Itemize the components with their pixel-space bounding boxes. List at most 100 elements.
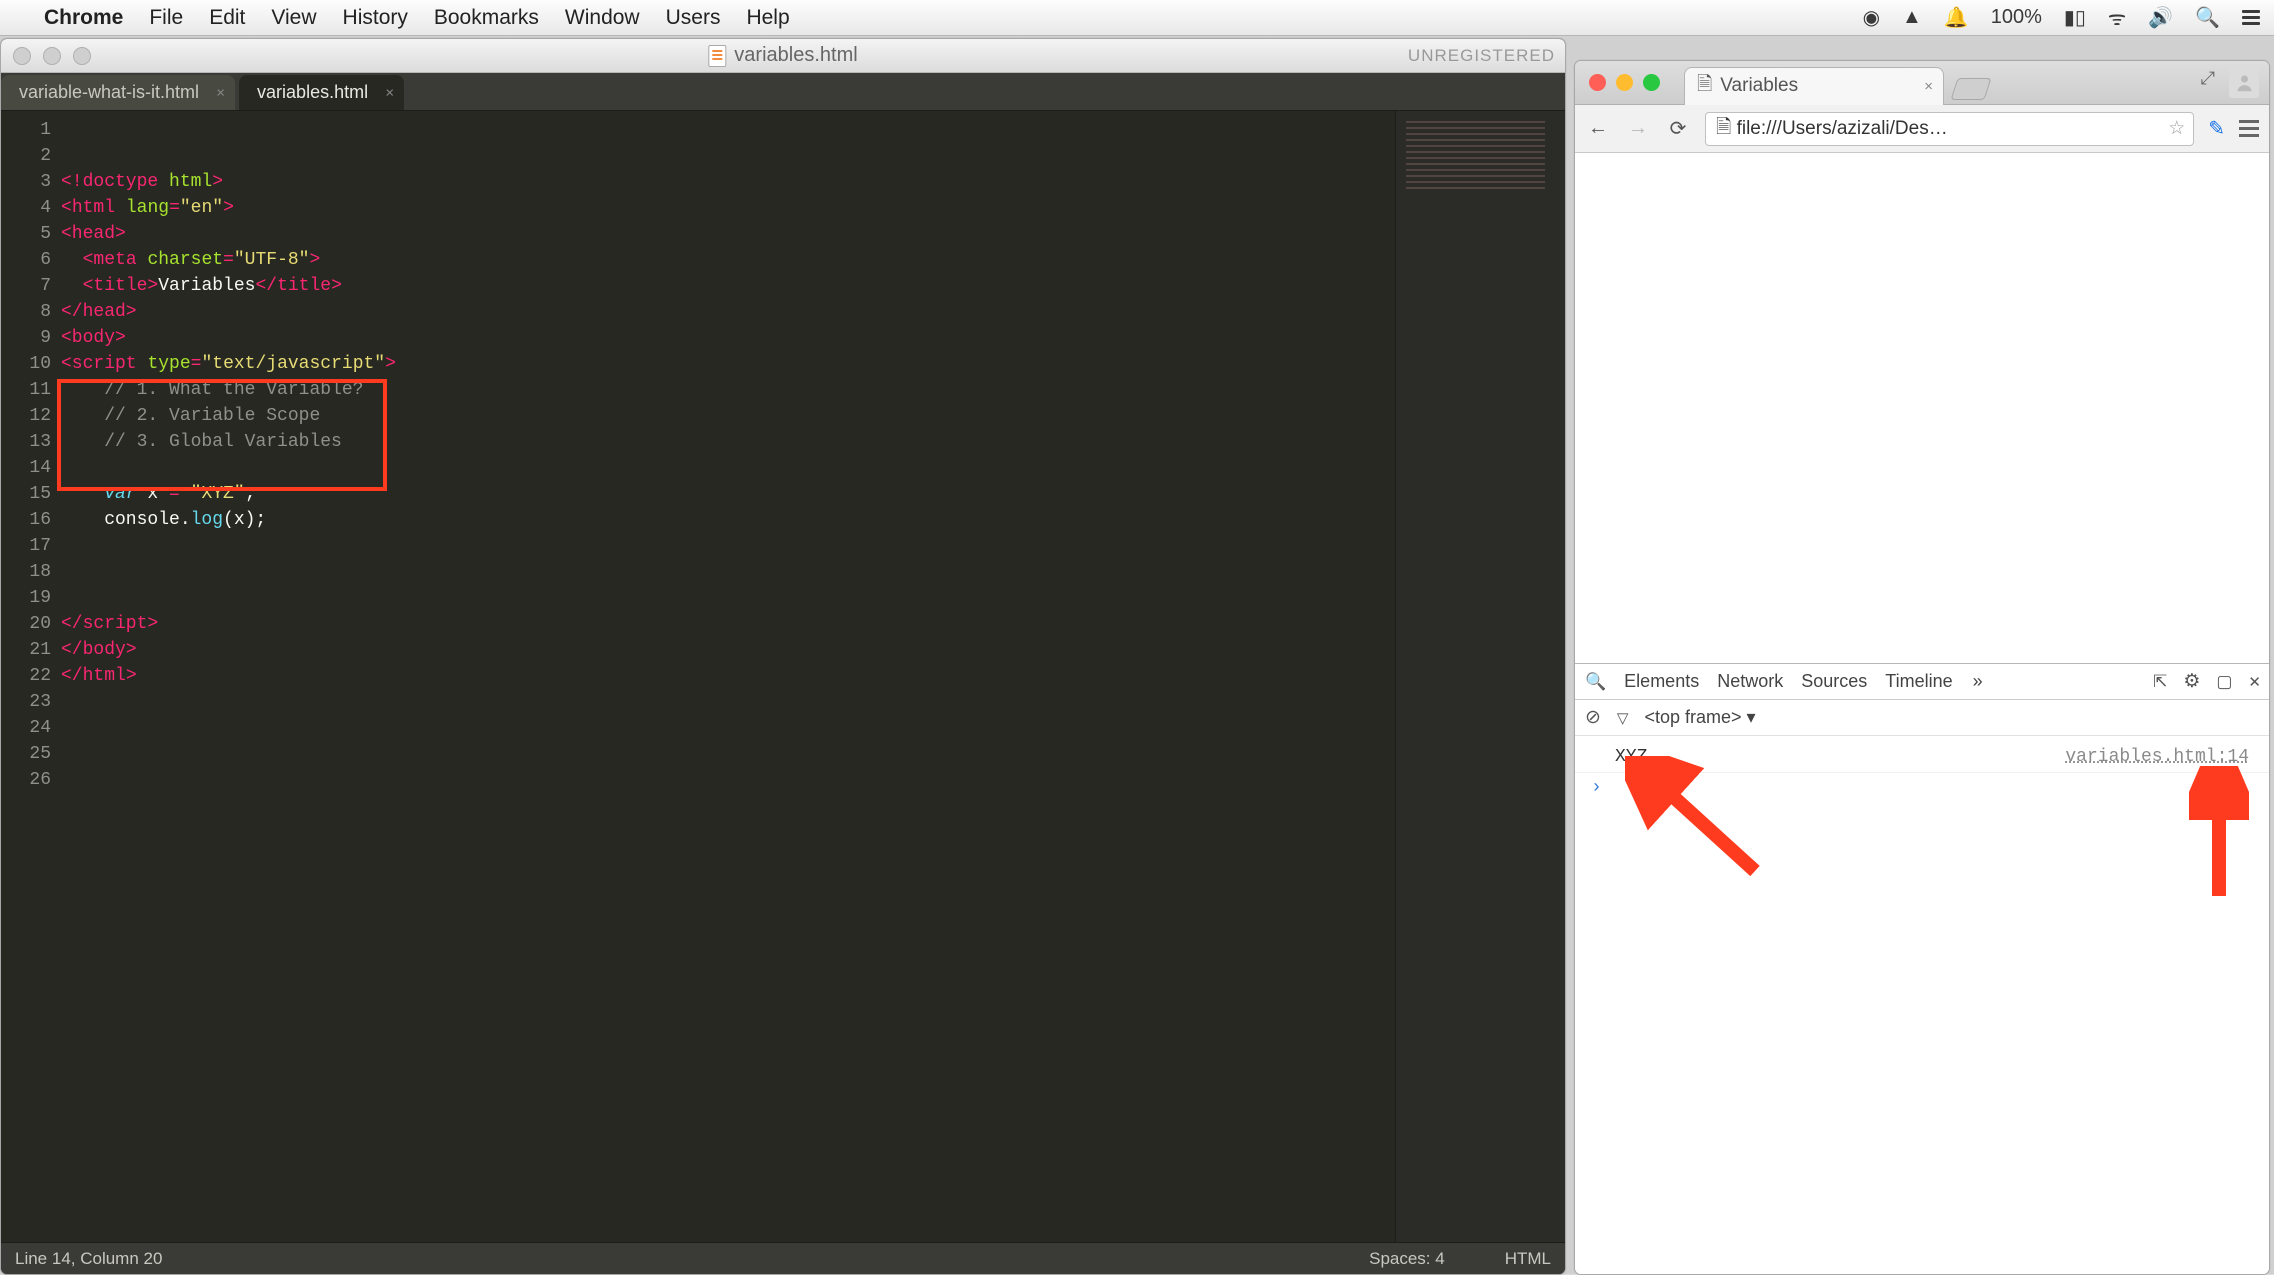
cursor-position[interactable]: Line 14, Column 20 — [15, 1249, 162, 1269]
console-toolbar: <top frame> ▾ — [1575, 700, 2269, 736]
devtools-settings-icon[interactable] — [2183, 670, 2200, 693]
toggle-drawer-icon[interactable] — [2153, 671, 2167, 692]
devtools-tab-sources[interactable]: Sources — [1801, 671, 1867, 692]
code-line[interactable]: </html> — [61, 663, 1395, 689]
code-line[interactable]: <body> — [61, 325, 1395, 351]
notifications-icon[interactable]: 🔔 — [1944, 5, 1969, 30]
spotlight-icon[interactable]: 🔍 — [2195, 5, 2220, 30]
syntax-setting[interactable]: HTML — [1505, 1249, 1551, 1269]
battery-icon[interactable]: ▮▯ — [2064, 5, 2086, 30]
search-icon[interactable] — [1585, 671, 1606, 692]
menu-history[interactable]: History — [343, 6, 408, 30]
devtools-tab-timeline[interactable]: Timeline — [1885, 671, 1952, 692]
minimap[interactable] — [1395, 111, 1565, 1242]
code-line[interactable]: </script> — [61, 611, 1395, 637]
close-tab-icon[interactable]: × — [385, 84, 394, 101]
zoom-window-button[interactable] — [1643, 74, 1660, 91]
code-line[interactable]: // 3. Global Variables — [61, 429, 1395, 455]
file-icon: 🗎 — [1716, 113, 1731, 145]
forward-button: → — [1625, 117, 1651, 140]
console-prompt[interactable]: › — [1575, 773, 2269, 803]
console-source-link[interactable]: variables.html:14 — [2065, 742, 2249, 772]
menu-bookmarks[interactable]: Bookmarks — [434, 6, 539, 30]
google-drive-icon[interactable]: ▲ — [1902, 6, 1922, 29]
volume-icon[interactable]: 🔊 — [2148, 5, 2173, 30]
code-line[interactable]: // 1. What the Variable? — [61, 377, 1395, 403]
menu-help[interactable]: Help — [746, 6, 789, 30]
code-line[interactable]: console.log(x); — [61, 507, 1395, 533]
screencast-icon[interactable]: ◉ — [1863, 5, 1880, 30]
code-line[interactable] — [61, 533, 1395, 559]
new-tab-button[interactable] — [1950, 78, 1991, 100]
reload-button[interactable]: ⟳ — [1665, 116, 1691, 141]
code-line[interactable] — [61, 585, 1395, 611]
code-line[interactable] — [61, 689, 1395, 715]
close-tab-icon[interactable]: × — [216, 84, 225, 101]
code-line[interactable] — [61, 741, 1395, 767]
profile-avatar[interactable] — [2229, 68, 2259, 98]
code-line[interactable]: var x = "XYZ"; — [61, 481, 1395, 507]
notification-center-icon[interactable] — [2242, 10, 2260, 25]
back-button[interactable]: ← — [1585, 117, 1611, 140]
menu-edit[interactable]: Edit — [209, 6, 245, 30]
code-line[interactable] — [61, 793, 1395, 819]
page-viewport — [1575, 153, 2269, 663]
browser-tab-variables[interactable]: 🗎 Variables × — [1684, 67, 1944, 105]
indentation-setting[interactable]: Spaces: 4 — [1369, 1249, 1445, 1269]
code-line[interactable]: <script type="text/javascript"> — [61, 351, 1395, 377]
code-line[interactable]: </body> — [61, 637, 1395, 663]
sublime-titlebar[interactable]: variables.html UNREGISTERED — [1, 39, 1565, 73]
code-line[interactable] — [61, 559, 1395, 585]
zoom-window-button[interactable] — [73, 47, 91, 65]
code-line[interactable]: <head> — [61, 221, 1395, 247]
code-editor[interactable]: <!doctype html><html lang="en"><head> <m… — [61, 111, 1395, 1242]
close-tab-icon[interactable]: × — [1924, 78, 1933, 95]
dock-side-icon[interactable] — [2216, 671, 2232, 692]
menu-view[interactable]: View — [271, 6, 316, 30]
devtools-tab-network[interactable]: Network — [1717, 671, 1783, 692]
menu-window[interactable]: Window — [565, 6, 640, 30]
window-traffic-lights[interactable] — [1, 47, 91, 65]
console-row[interactable]: XYZ variables.html:14 — [1575, 742, 2269, 773]
editor-tab-variable-what-is-it[interactable]: variable-what-is-it.html × — [1, 75, 235, 110]
code-line[interactable]: <meta charset="UTF-8"> — [61, 247, 1395, 273]
code-line[interactable]: <title>Variables</title> — [61, 273, 1395, 299]
close-devtools-icon[interactable] — [2248, 671, 2261, 692]
code-line[interactable] — [61, 819, 1395, 845]
filter-icon[interactable] — [1617, 707, 1629, 728]
frame-selector[interactable]: <top frame> ▾ — [1644, 707, 1755, 728]
code-line[interactable] — [61, 767, 1395, 793]
code-line[interactable]: <html lang="en"> — [61, 195, 1395, 221]
code-line[interactable]: // 2. Variable Scope — [61, 403, 1395, 429]
menu-users[interactable]: Users — [666, 6, 721, 30]
page-favicon-icon: 🗎 — [1697, 70, 1712, 102]
code-line[interactable]: </head> — [61, 299, 1395, 325]
battery-percent: 100% — [1991, 6, 2042, 29]
close-window-button[interactable] — [1589, 74, 1606, 91]
editor-tab-variables[interactable]: variables.html × — [239, 75, 404, 110]
window-traffic-lights[interactable] — [1575, 74, 1674, 91]
wifi-icon[interactable]: ᯤ — [2108, 4, 2126, 31]
devtools-tab-elements[interactable]: Elements — [1624, 671, 1699, 692]
browser-tab-title: Variables — [1720, 75, 1798, 97]
clear-console-icon[interactable] — [1585, 706, 1601, 729]
extension-icon[interactable]: ✎ — [2208, 116, 2225, 141]
minimize-window-button[interactable] — [43, 47, 61, 65]
line-number-gutter: 1234567891011121314151617181920212223242… — [1, 111, 61, 1242]
code-line[interactable] — [61, 715, 1395, 741]
minimap-preview — [1406, 121, 1545, 191]
fullscreen-toggle-icon[interactable]: ⤢ — [2201, 68, 2215, 98]
console-output[interactable]: XYZ variables.html:14 › — [1575, 736, 2269, 1274]
minimize-window-button[interactable] — [1616, 74, 1633, 91]
bookmark-star-icon[interactable]: ☆ — [2168, 117, 2185, 140]
devtools-tabs: Elements Network Sources Timeline » — [1575, 664, 2269, 700]
devtools-more-tabs-icon[interactable]: » — [1973, 671, 1983, 692]
close-window-button[interactable] — [13, 47, 31, 65]
code-line[interactable]: <!doctype html> — [61, 169, 1395, 195]
code-line[interactable] — [61, 455, 1395, 481]
chrome-menu-icon[interactable] — [2239, 120, 2259, 137]
macos-menubar: Chrome File Edit View History Bookmarks … — [0, 0, 2274, 36]
app-name[interactable]: Chrome — [44, 6, 123, 30]
address-bar[interactable]: 🗎 file:///Users/azizali/Des… ☆ — [1705, 112, 2194, 146]
menu-file[interactable]: File — [149, 6, 183, 30]
